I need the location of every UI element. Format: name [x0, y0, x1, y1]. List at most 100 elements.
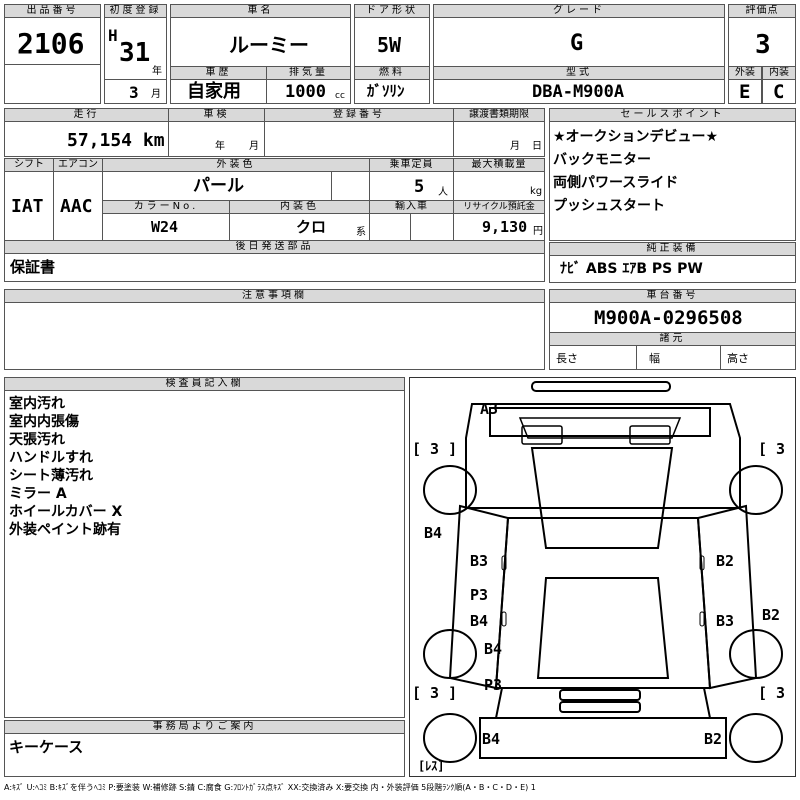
exterior-grade: E [739, 81, 751, 103]
inspection-header: 車検 [168, 108, 265, 122]
inspector-note: 室内内張傷 [9, 414, 79, 430]
right-body-outline [696, 504, 758, 690]
capacity-header: 乗車定員 [369, 158, 454, 172]
front-bumper-outline [531, 381, 671, 392]
displacement-cell: 1000 cc [266, 79, 351, 104]
aircon-cell: AAC [53, 171, 103, 241]
sales-points-cell: ★オークションデビュー★ バックモニター 両側パワースライド プッシュスタート [549, 121, 796, 241]
equipment-list: ﾅﾋﾞ ABS ｴｱB PS PW [560, 261, 703, 277]
tire-front-right: [ 3 ] [758, 440, 795, 458]
max-load-header: 最大積載量 [453, 158, 545, 172]
damage-mark: B4 [482, 730, 501, 748]
grade-header: グレード [433, 4, 725, 18]
damage-mark: P3 [484, 676, 503, 694]
sales-point-item: ★オークションデビュー★ [553, 129, 719, 145]
import-header: 輸入車 [369, 200, 454, 214]
aircon-header: エアコン [53, 158, 103, 172]
reg-year-unit: 年 [152, 66, 162, 77]
transfer-header: 譲渡書類期限 [453, 108, 545, 122]
chassis-header: 車台番号 [549, 289, 796, 303]
length-cell: 長さ [549, 345, 637, 370]
wheel-front-left [423, 465, 477, 515]
inspection-year-unit: 年 [215, 141, 225, 152]
shift-header: シフト [4, 158, 54, 172]
sales-point-item: 両側パワースライド [553, 175, 679, 191]
color-no-header: カラーNo. [102, 200, 230, 214]
door-handle-rr [699, 611, 705, 627]
import-cell-b [410, 213, 454, 241]
model-code-cell: DBA-M900A [433, 79, 725, 104]
door-header: ドア形状 [354, 4, 430, 18]
damage-mark: P3 [470, 586, 489, 604]
inspector-note: ホイールカバー X [9, 504, 123, 520]
inspector-note: 外装ペイント跡有 [9, 522, 121, 538]
body-center-outline [494, 517, 712, 689]
inspector-header: 検査員記入欄 [4, 377, 405, 391]
office-note: キーケース [9, 738, 84, 756]
hood-outline [489, 407, 711, 437]
tire-front-left: [ 3 ] [412, 440, 458, 458]
reg-year: 31 [119, 38, 151, 68]
inspector-cell: 室内汚れ 室内内張傷 天張汚れ ハンドルすれ シート薄汚れ ミラー A ホイール… [4, 390, 405, 718]
inspector-note: ハンドルすれ [9, 450, 93, 466]
transfer-month-unit: 月 [510, 141, 520, 152]
displacement-unit: cc [335, 91, 345, 101]
inspector-note: ミラー A [9, 486, 67, 502]
damage-diagram: [ 3 ] [ 3 ] [ 3 ] [ 3 ] [ﾚｽ] A3 B4 B3 B2… [409, 377, 796, 777]
color-header: 外装色 [102, 158, 370, 172]
capacity-unit: 人 [438, 187, 448, 198]
rear-bumper-outline-2 [559, 701, 641, 713]
sales-points-header: セールスポイント [549, 108, 796, 122]
width-cell: 幅 [636, 345, 721, 370]
grade: G [570, 31, 584, 56]
door-type: 5W [377, 33, 402, 57]
tire-rear-left: [ 3 ] [412, 684, 458, 702]
model-code-header: 型式 [433, 66, 725, 80]
later-parts: 保証書 [10, 258, 56, 276]
sales-point-item: バックモニター [553, 152, 651, 168]
interior-color: クロ [296, 218, 327, 236]
inspector-note: 天張汚れ [9, 432, 65, 448]
damage-mark: A3 [480, 400, 499, 418]
car-name: ルーミー [229, 33, 309, 57]
import-cell-a [369, 213, 411, 241]
first-reg-month-cell: 3 月 [104, 79, 167, 104]
caution-cell [4, 302, 545, 370]
rear-glass-outline [536, 577, 670, 679]
damage-mark: B4 [484, 640, 503, 658]
era: H [108, 26, 118, 45]
inspector-note: 室内汚れ [9, 396, 65, 412]
interior-grade-header: 内装 [762, 66, 796, 80]
car-name-cell: ルーミー [170, 17, 351, 67]
caution-header: 注意事項欄 [4, 289, 545, 303]
history-cell: 自家用 [170, 79, 267, 104]
damage-mark: B2 [762, 606, 781, 624]
max-load-unit: kg [530, 186, 543, 197]
height-label: 高さ [727, 352, 749, 365]
damage-mark: B4 [470, 612, 489, 630]
exterior-color: パール [193, 176, 244, 196]
damage-mark: B3 [716, 612, 735, 630]
rear-lower-outline [479, 717, 727, 759]
model-code: DBA-M900A [532, 82, 625, 102]
capacity-cell: 5 人 [369, 171, 454, 201]
lot-number: 2106 [17, 27, 85, 60]
mileage: 57,154 km [67, 130, 165, 151]
displacement-header: 排気量 [266, 66, 351, 80]
inspector-note: シート薄汚れ [9, 468, 93, 484]
fuel-cell: ｶﾞｿﾘﾝ [354, 79, 430, 104]
max-load-cell: kg [453, 171, 545, 201]
reg-month-unit: 月 [151, 89, 161, 100]
transfer-day-unit: 日 [532, 141, 542, 152]
recycle-unit: 円 [533, 226, 543, 237]
later-parts-header: 後日発送部品 [4, 240, 545, 254]
damage-mark: B3 [470, 552, 489, 570]
door-cell: 5W [354, 17, 430, 67]
mileage-cell: 57,154 km [4, 121, 169, 157]
interior-color-cell: クロ 系 [229, 213, 370, 241]
exterior-grade-cell: E [728, 79, 762, 104]
roof-outline [530, 447, 674, 549]
lot-number-header: 出品番号 [4, 4, 101, 18]
damage-mark: B4 [424, 524, 443, 542]
rear-bumper-outline [559, 689, 641, 701]
